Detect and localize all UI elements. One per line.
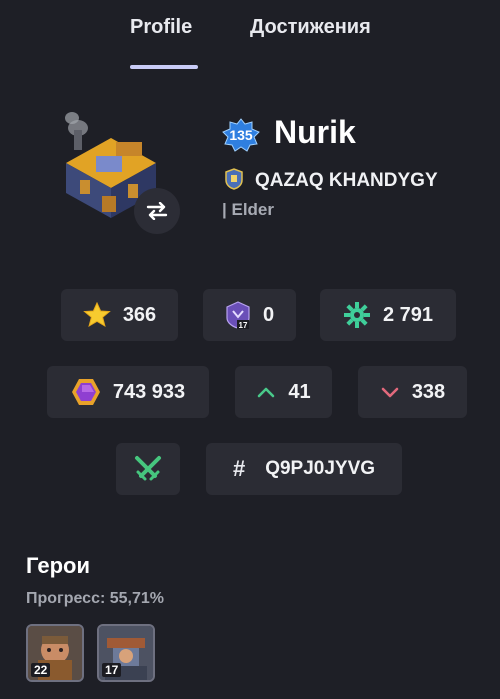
builder-trophies-value: 2 791 — [382, 303, 434, 326]
war-chip — [116, 443, 180, 495]
tab-profile[interactable]: Profile — [130, 16, 192, 39]
hash-icon: # — [232, 456, 246, 481]
up-value: 41 — [288, 380, 311, 403]
hero-card[interactable]: 22 — [26, 624, 84, 682]
hero-level: 22 — [31, 663, 51, 677]
chevron-up-icon — [258, 387, 275, 398]
heroes-progress: Прогресс: 55,71% — [26, 590, 165, 607]
swap-arrows-icon — [146, 202, 168, 220]
tab-achievements[interactable]: Достижения — [250, 16, 371, 39]
builder-trophies-chip: 2 791 — [320, 289, 456, 341]
player-tag-chip[interactable]: # Q9PJ0JYVG — [206, 443, 402, 495]
elixir-hexagon-icon — [71, 379, 100, 405]
league-value: 0 — [262, 303, 275, 326]
clan-badge-icon — [225, 168, 243, 190]
league-chip: 17 0 — [203, 289, 296, 341]
crossed-swords-icon — [135, 456, 161, 481]
trophies-value: 366 — [122, 303, 157, 326]
chevron-down-icon — [381, 387, 399, 398]
league-badge-icon: 17 — [226, 301, 250, 329]
player-level: 135 — [229, 127, 253, 143]
player-level-badge: 135 — [222, 118, 260, 152]
switch-village-button[interactable] — [134, 188, 180, 234]
player-name: Nurik — [274, 114, 356, 150]
active-tab-indicator — [130, 65, 198, 69]
tab-bar: Profile Достижения — [0, 0, 500, 70]
player-tag: Q9PJ0JYVG — [265, 458, 376, 479]
down-value: 338 — [411, 380, 446, 403]
up-chip: 41 — [235, 366, 332, 418]
hero-level: 17 — [102, 663, 122, 677]
trophies-chip: 366 — [61, 289, 178, 341]
clan-role: | Elder — [222, 200, 274, 219]
clan-name[interactable]: QAZAQ KHANDYGY — [255, 170, 438, 192]
elixir-value: 743 933 — [112, 380, 186, 403]
star-icon — [83, 302, 111, 328]
hero-card[interactable]: 17 — [97, 624, 155, 682]
down-chip: 338 — [358, 366, 467, 418]
heroes-title: Герои — [26, 553, 90, 578]
league-badge-number: 17 — [238, 321, 247, 329]
elixir-chip: 743 933 — [47, 366, 209, 418]
gear-icon — [343, 302, 370, 328]
